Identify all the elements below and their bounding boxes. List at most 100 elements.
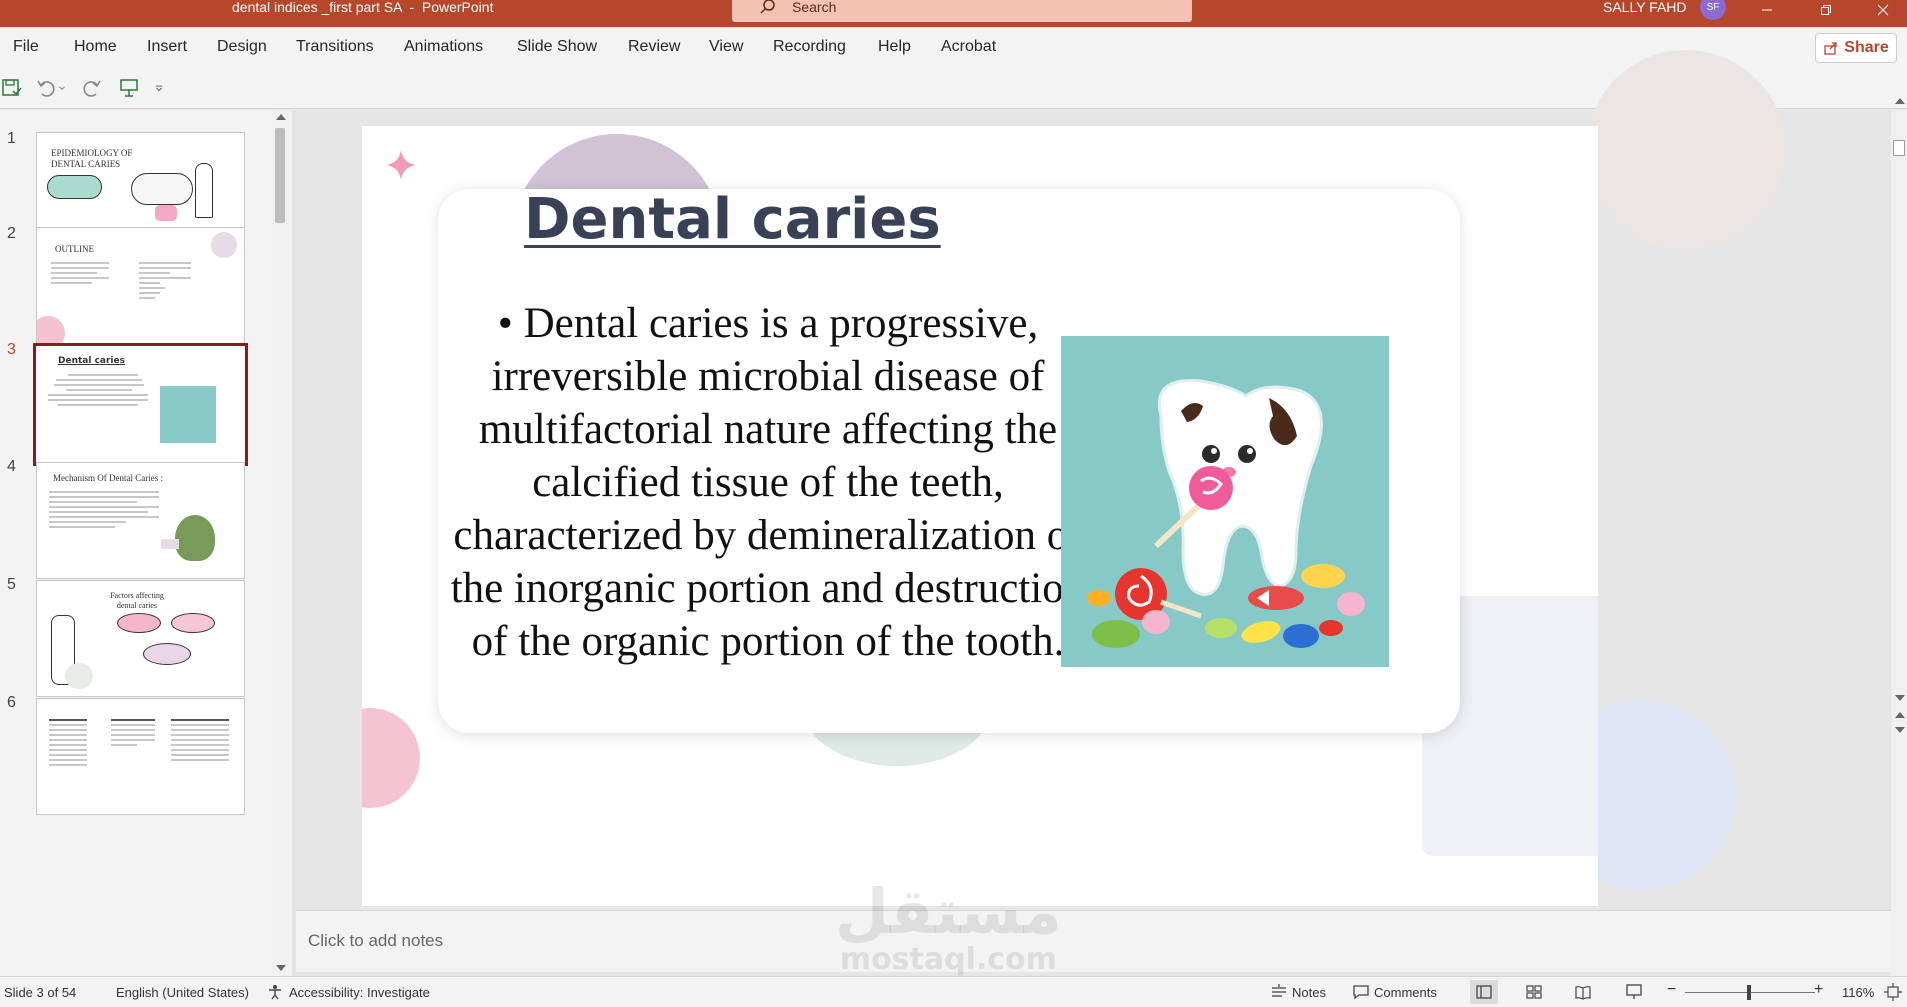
comments-button[interactable]: Comments (1374, 985, 1437, 1000)
zoom-slider-thumb[interactable] (1747, 985, 1751, 1000)
thumbnail-illustration (195, 163, 213, 218)
fit-to-window-icon[interactable] (1884, 983, 1902, 1001)
thumbnail-title: Mechanism Of Dental Caries : (53, 473, 163, 483)
zoom-level[interactable]: 116% (1842, 985, 1874, 1000)
search-box[interactable]: Search (732, 0, 1192, 22)
customize-toolbar-button[interactable] (152, 76, 166, 100)
scroll-up-icon[interactable] (1895, 98, 1905, 104)
present-button[interactable] (117, 76, 141, 100)
status-bar: Slide 3 of 54 English (United States) Ac… (0, 976, 1907, 1007)
notes-icon (1272, 984, 1286, 997)
scrollbar-thumb[interactable] (275, 128, 285, 223)
tab-insert[interactable]: Insert (147, 27, 187, 67)
scroll-up-icon[interactable] (276, 114, 286, 120)
scroll-down-icon[interactable] (1895, 695, 1905, 701)
accessibility-icon (269, 985, 281, 1000)
thumbnail-title: Factors affecting dental caries (110, 591, 164, 610)
tab-file[interactable]: File (13, 27, 39, 67)
thumbnail-text-lines (51, 262, 109, 287)
redo-button[interactable] (80, 76, 104, 100)
current-slide[interactable]: Dental caries • Dental caries is a progr… (362, 126, 1598, 906)
search-icon (760, 0, 775, 14)
zoom-out-button[interactable]: − (1667, 981, 1676, 999)
tab-home[interactable]: Home (74, 27, 117, 67)
scrollbar-thumb[interactable] (1893, 140, 1905, 156)
thumbnail-shape (47, 175, 102, 199)
tab-slide-show[interactable]: Slide Show (517, 27, 597, 67)
slide-thumbnail-pane: 1 EPIDEMIOLOGY OF DENTAL CARIES 2 OUTLIN… (0, 110, 292, 976)
slide-thumbnail-2[interactable]: OUTLINE (36, 227, 245, 344)
share-icon (1824, 42, 1837, 55)
thumbnail-text-lines (49, 719, 87, 769)
thumbnail-number: 3 (7, 341, 16, 358)
tab-view[interactable]: View (709, 27, 743, 67)
search-input[interactable]: Search (792, 0, 836, 14)
watermark-arabic: مستقل (835, 875, 1062, 948)
close-icon (1877, 4, 1889, 16)
slide-title[interactable]: Dental caries (524, 187, 941, 252)
normal-view-button[interactable] (1470, 980, 1498, 1004)
thumbnail-text-lines (139, 262, 191, 302)
thumbnail-number: 1 (7, 130, 16, 147)
slide-scrollbar[interactable] (1891, 98, 1907, 976)
tab-acrobat[interactable]: Acrobat (941, 27, 996, 67)
slide-thumbnail-3[interactable]: Dental caries (33, 343, 248, 466)
reading-view-icon[interactable] (1574, 983, 1592, 1001)
sad-tooth-illustration (1087, 378, 1365, 648)
tab-help[interactable]: Help (878, 27, 911, 67)
slide-thumbnail-5[interactable]: Factors affecting dental caries (36, 580, 245, 697)
slide-editor: Dental caries • Dental caries is a progr… (296, 50, 1891, 910)
thumbnail-number: 2 (7, 225, 16, 242)
decorative-circle (1586, 50, 1786, 250)
tooth-candy-image[interactable] (1061, 336, 1389, 667)
scroll-down-icon[interactable] (276, 965, 286, 971)
language-indicator[interactable]: English (United States) (116, 985, 249, 1000)
decorative-circle (362, 708, 420, 808)
thumbnail-text-lines (171, 719, 229, 764)
ribbon-tabs: File Home Insert Design Transitions Anim… (0, 27, 1907, 67)
share-button[interactable]: Share (1815, 33, 1897, 63)
user-name[interactable]: SALLY FAHD (1603, 0, 1687, 14)
previous-slide-icon[interactable] (1895, 712, 1905, 718)
notes-button[interactable]: Notes (1292, 985, 1326, 1000)
tab-review[interactable]: Review (628, 27, 680, 67)
undo-icon (37, 80, 55, 97)
share-label: Share (1844, 39, 1889, 56)
thumbnail-shape (143, 643, 191, 665)
slideshow-view-icon[interactable] (1625, 983, 1643, 1001)
presentation-icon (120, 79, 138, 97)
watermark: مستقل mostaql.com (835, 875, 1062, 978)
restore-icon (1821, 5, 1831, 15)
tab-animations[interactable]: Animations (404, 27, 483, 67)
tab-design[interactable]: Design (217, 27, 267, 67)
minimize-button[interactable] (1744, 0, 1790, 20)
thumbnail-scrollbar[interactable] (272, 110, 288, 976)
notes-placeholder[interactable]: Click to add notes (308, 931, 443, 951)
slide-thumbnail-6[interactable] (36, 698, 245, 815)
chevron-down-icon (59, 86, 65, 90)
slide-thumbnail-4[interactable]: Mechanism Of Dental Caries : (36, 462, 245, 579)
next-slide-icon[interactable] (1895, 727, 1905, 733)
thumbnail-shape (211, 232, 237, 258)
undo-dropdown-button[interactable] (55, 76, 69, 100)
save-button[interactable] (0, 76, 24, 100)
restore-button[interactable] (1803, 0, 1849, 20)
slide-counter: Slide 3 of 54 (4, 985, 77, 1000)
window-title: dental indices _first part SA - PowerPoi… (232, 0, 494, 15)
thumbnail-shape (131, 173, 193, 205)
zoom-in-button[interactable]: + (1814, 981, 1823, 999)
tab-transitions[interactable]: Transitions (296, 27, 374, 67)
notes-pane[interactable]: Click to add notes (296, 910, 1891, 972)
close-button[interactable] (1860, 0, 1906, 20)
tab-recording[interactable]: Recording (773, 27, 846, 67)
slide-sorter-icon[interactable] (1525, 983, 1543, 1001)
thumbnail-number: 6 (7, 694, 16, 711)
save-icon (2, 79, 22, 96)
thumbnail-shape (65, 663, 93, 689)
slide-body-text[interactable]: • Dental caries is a progressive, irreve… (442, 297, 1094, 668)
accessibility-status[interactable]: Accessibility: Investigate (289, 985, 430, 1000)
avatar[interactable]: SF (1700, 0, 1726, 20)
thumbnail-title: Dental caries (58, 356, 125, 366)
thumbnail-illustration (175, 515, 215, 561)
thumbnail-shape (37, 316, 65, 343)
